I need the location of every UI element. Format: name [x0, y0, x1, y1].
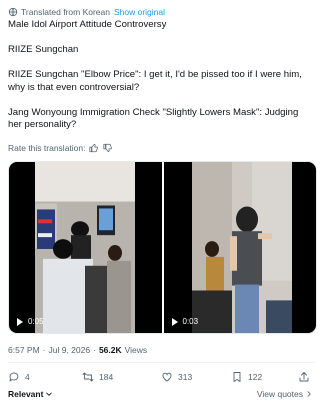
view-quotes-link[interactable]: View quotes [257, 389, 313, 399]
view-quotes-label: View quotes [256, 389, 303, 399]
retweet-count: 184 [99, 372, 114, 382]
show-original-link[interactable]: Show original [114, 7, 165, 17]
heart-icon [162, 372, 172, 382]
tweet-line-wonyoung: Jang Wonyoung Immigration Check "Slightl… [8, 106, 299, 131]
bookmark-icon [233, 372, 241, 382]
rate-translation: Rate this translation: [8, 142, 113, 154]
views-count: 56.2K [98, 345, 122, 355]
sort-label: Relevant [8, 389, 44, 399]
views-label: Views [124, 345, 148, 355]
translation-notice: Translated from Korean Show original [8, 6, 165, 18]
tweet-line-subject: RIIZE Sungchan [8, 44, 79, 55]
chevron-right-icon [307, 391, 311, 397]
tweet-meta: 6:57 PM · Jul 9, 2026 · 56.2K Views [8, 344, 147, 356]
video-thumbnail-1 [35, 162, 135, 333]
video-thumbnail-2 [191, 162, 292, 333]
video-duration-2: 0:03 [182, 317, 199, 326]
thumbs-down-icon[interactable] [103, 143, 113, 153]
tweet-date[interactable]: Jul 9, 2026 [49, 345, 91, 355]
like-count: 313 [178, 372, 193, 382]
retweet-icon [82, 372, 94, 382]
meta-separator: · [93, 345, 96, 355]
like-button[interactable]: 313 [161, 371, 192, 383]
thumbs-up-icon[interactable] [89, 143, 99, 153]
meta-separator: · [42, 345, 46, 355]
sort-dropdown[interactable]: Relevant [8, 389, 53, 399]
globe-icon [8, 7, 18, 17]
translation-notice-text: Translated from Korean [21, 7, 110, 17]
rate-translation-label: Rate this translation: [8, 143, 86, 153]
bookmark-count: 122 [248, 372, 263, 382]
video-player-1[interactable]: 0:05 [9, 162, 162, 333]
tweet-line-sungchan: RIIZE Sungchan "Elbow Price": I get it, … [8, 69, 302, 93]
reply-sort-bar: Relevant View quotes [8, 388, 313, 400]
reply-icon [9, 372, 19, 382]
video-player-2[interactable]: 0:03 [163, 162, 316, 333]
action-bar: 4 184 313 122 [8, 371, 312, 385]
bookmark-button[interactable]: 122 [231, 371, 262, 383]
video-controls-2: 0:03 [171, 317, 199, 326]
share-button[interactable] [298, 371, 315, 383]
media-grid: 0:05 0:03 [8, 161, 317, 334]
chevron-down-icon [46, 392, 53, 396]
video-duration-1: 0:05 [28, 317, 44, 326]
retweet-button[interactable]: 184 [82, 371, 113, 383]
divider [8, 362, 316, 363]
tweet-time[interactable]: 6:57 PM [8, 345, 40, 355]
share-icon [299, 372, 309, 382]
tweet-text: Male Idol Airport Attitude Controversy R… [8, 19, 314, 144]
play-icon[interactable] [17, 317, 23, 326]
tweet-line-title: Male Idol Airport Attitude Controversy [8, 19, 167, 30]
reply-button[interactable]: 4 [8, 371, 30, 383]
video-controls-1: 0:05 [17, 317, 44, 326]
reply-count: 4 [25, 372, 30, 382]
play-icon[interactable] [171, 317, 178, 326]
